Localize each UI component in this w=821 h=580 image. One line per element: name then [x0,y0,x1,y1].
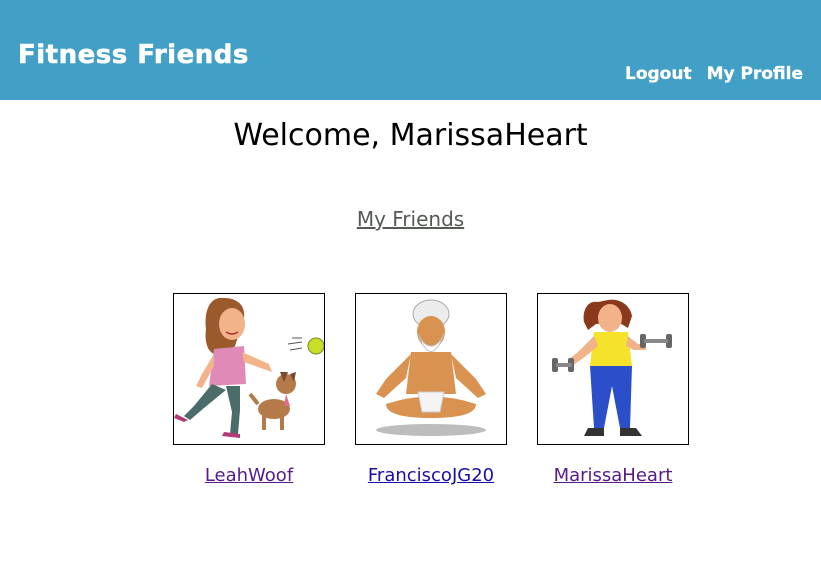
my-friends-label: My Friends [356,207,465,231]
woman-dumbbells-illustration [552,299,672,436]
woman-with-dog-illustration [174,297,324,438]
nav-links: Logout My Profile [625,64,803,84]
friend-username-link[interactable]: LeahWoof [143,465,355,486]
friend-avatar-image[interactable] [173,293,325,445]
friend-username-link[interactable]: MarissaHeart [507,465,719,486]
friend-avatar-image[interactable] [355,293,507,445]
brand-logo[interactable]: Fitness Friends [18,40,249,71]
navbar: Fitness Friends Logout My Profile [0,0,821,100]
friend-card-leahwoof: LeahWoof [173,293,325,486]
friend-card-marissaheart: MarissaHeart [537,293,689,486]
welcome-heading: Welcome, MarissaHeart [233,118,588,153]
friend-username-link[interactable]: FranciscoJG20 [325,465,537,486]
friend-card-franciscojg20: FranciscoJG20 [355,293,507,486]
my-friends-title: My Friends [0,207,821,231]
friend-avatar-image[interactable] [537,293,689,445]
my-profile-link[interactable]: My Profile [706,64,803,84]
logout-link[interactable]: Logout [625,64,692,84]
meditating-man-illustration [376,299,486,436]
